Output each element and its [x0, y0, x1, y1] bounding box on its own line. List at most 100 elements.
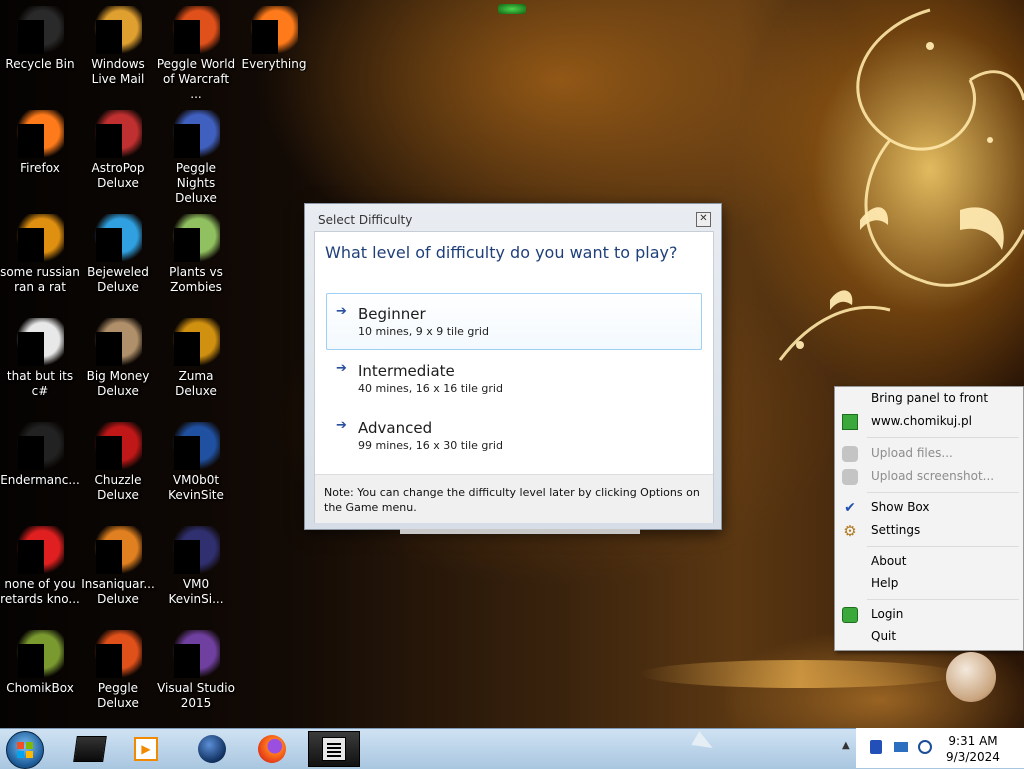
desktop-icon[interactable]: some russian ran a rat [0, 214, 80, 295]
zuma-icon [172, 318, 220, 366]
terminal-icon [73, 736, 107, 762]
mail-icon [94, 6, 142, 54]
taskbar-clock[interactable]: 9:31 AM 9/3/2024 [937, 733, 1009, 765]
desktop-icon-label: Plants vs Zombies [169, 265, 223, 294]
menu-item-label: About [871, 554, 907, 568]
option-intermediate[interactable]: ➔ Intermediate 40 mines, 16 x 16 tile gr… [326, 350, 702, 407]
redaction-box [174, 20, 200, 54]
option-advanced[interactable]: ➔ Advanced 99 mines, 16 x 30 tile grid [326, 407, 702, 464]
dialog-note: Note: You can change the difficulty leve… [315, 474, 713, 523]
menu-item-settings[interactable]: ⚙ Settings [835, 520, 1023, 542]
redaction-box [18, 332, 44, 366]
menu-item-upload-screenshot[interactable]: Upload screenshot... [835, 466, 1023, 488]
gem-icon [94, 214, 142, 262]
desktop-icon[interactable]: Windows Live Mail [78, 6, 158, 87]
taskbar-terminal[interactable] [64, 731, 116, 767]
redaction-box [18, 644, 44, 678]
desktop-icon[interactable]: Recycle Bin [0, 6, 80, 72]
desktop-icon[interactable]: Insaniquar... Deluxe [78, 526, 158, 607]
desktop-icon[interactable]: Big Money Deluxe [78, 318, 158, 399]
vscode-icon [172, 422, 220, 470]
shortcut-icon [16, 214, 64, 262]
dialog-footer-bar [400, 529, 640, 534]
taskbar-minesweeper[interactable] [308, 731, 360, 767]
desktop-icon[interactable]: none of you retards kno... [0, 526, 80, 607]
show-hidden-icons-icon[interactable]: ▲ [842, 740, 850, 751]
menu-item-label: www.chomikuj.pl [871, 414, 973, 428]
taskbar-media-player[interactable]: ▶ [120, 731, 172, 767]
desktop-icon-label: that but its c# [6, 369, 74, 398]
desktop-icon[interactable]: VM0b0t KevinSite [156, 422, 236, 503]
desktop-icon[interactable]: AstroPop Deluxe [78, 110, 158, 191]
search-icon [250, 6, 298, 54]
windows-start-icon[interactable] [6, 731, 44, 769]
menu-item-label: Upload screenshot... [871, 469, 995, 483]
chomikbox-context-menu: Bring panel to front www.chomikuj.pl Upl… [834, 386, 1024, 651]
redaction-box [174, 124, 200, 158]
menu-separator [867, 546, 1019, 547]
volume-icon[interactable] [918, 740, 932, 754]
redaction-box [252, 20, 278, 54]
redaction-box [174, 540, 200, 574]
desktop-icon[interactable]: Chuzzle Deluxe [78, 422, 158, 503]
menu-item-login[interactable]: Login [835, 604, 1023, 626]
desktop-icon[interactable]: ChomikBox [0, 630, 80, 696]
desktop-icon[interactable]: Plants vs Zombies [156, 214, 236, 295]
desktop-icon-label: some russian ran a rat [0, 265, 80, 294]
option-title: Intermediate [358, 362, 455, 380]
desktop-icon-label: Firefox [20, 161, 60, 175]
chomikbox-icon [16, 630, 64, 678]
desktop-icon[interactable]: Everything [234, 6, 314, 72]
menu-item-label: Bring panel to front [871, 391, 989, 405]
redaction-box [18, 436, 44, 470]
app-icon [16, 422, 64, 470]
menu-item-upload-files[interactable]: Upload files... [835, 443, 1023, 465]
desktop-icon[interactable]: Peggle Deluxe [78, 630, 158, 711]
desktop-icon[interactable]: Peggle Nights Deluxe [156, 110, 236, 206]
menu-item-help[interactable]: Help [835, 573, 1023, 595]
upload-icon [842, 446, 858, 462]
menu-item-quit[interactable]: Quit [835, 626, 1023, 648]
desktop-icon[interactable]: Bejeweled Deluxe [78, 214, 158, 295]
peggle-icon [172, 6, 220, 54]
desktop-icon-label: none of you retards kno... [0, 577, 80, 606]
desktop-icon[interactable]: VM0 KevinSi... [156, 526, 236, 607]
chomikbox-tray-icon[interactable] [870, 740, 882, 754]
menu-item-website[interactable]: www.chomikuj.pl [835, 411, 1023, 433]
close-icon[interactable]: ✕ [696, 212, 711, 227]
taskbar-firefox[interactable] [246, 731, 298, 767]
desktop-icon-label: Bejeweled Deluxe [87, 265, 149, 294]
windows-flag-icon [17, 742, 33, 758]
menu-item-about[interactable]: About [835, 551, 1023, 573]
taskbar-globe[interactable] [186, 731, 238, 767]
redaction-box [96, 644, 122, 678]
network-icon[interactable] [894, 742, 908, 752]
money-icon [94, 318, 142, 366]
desktop-icon-label: Windows Live Mail [91, 57, 145, 86]
redaction-box [96, 436, 122, 470]
desktop-icon-label: Insaniquar... Deluxe [81, 577, 155, 606]
firefox-icon [258, 735, 286, 763]
desktop-icon[interactable]: Peggle World of Warcraft ... [156, 6, 236, 102]
desktop-icon[interactable]: Visual Studio 2015 [156, 630, 236, 711]
menu-item-label: Upload files... [871, 446, 953, 460]
menu-item-bring-to-front[interactable]: Bring panel to front [835, 388, 1023, 410]
desktop-icon[interactable]: Endermanc... [0, 422, 80, 488]
power-icon [842, 607, 858, 623]
menu-item-show-box[interactable]: ✔ Show Box [835, 497, 1023, 519]
option-title: Beginner [358, 305, 426, 323]
desktop-icon[interactable]: Zuma Deluxe [156, 318, 236, 399]
gear-icon: ⚙ [843, 522, 857, 540]
dialog-heading: What level of difficulty do you want to … [325, 243, 678, 262]
option-beginner[interactable]: ➔ Beginner 10 mines, 9 x 9 tile grid [326, 293, 702, 350]
redaction-box [96, 332, 122, 366]
media-player-icon: ▶ [134, 737, 158, 761]
arrow-right-icon: ➔ [336, 361, 347, 376]
home-icon [842, 414, 858, 430]
desktop-icon[interactable]: that but its c# [0, 318, 80, 399]
desktop-icon-label: Big Money Deluxe [86, 369, 150, 398]
desktop-icon[interactable]: Firefox [0, 110, 80, 176]
redaction-box [96, 228, 122, 262]
check-icon: ✔ [844, 500, 856, 516]
menu-separator [867, 599, 1019, 600]
